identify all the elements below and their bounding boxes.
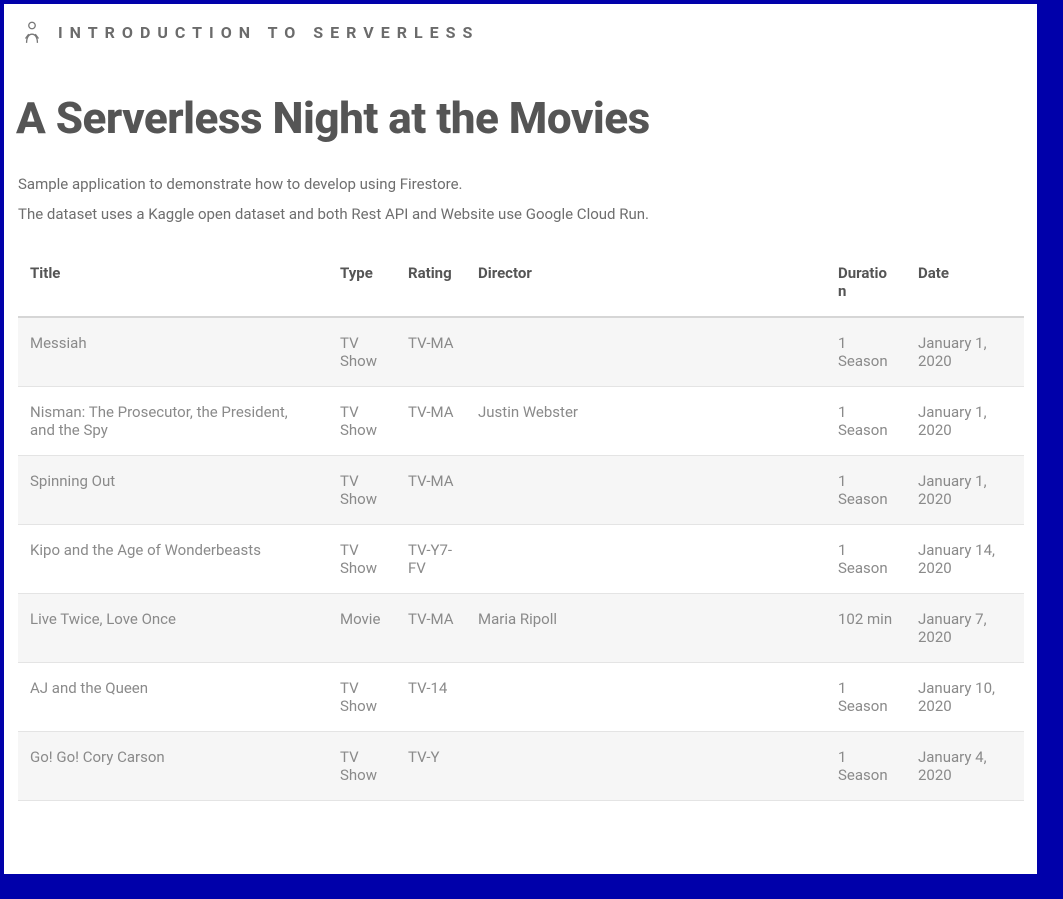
col-header-director: Director (466, 248, 826, 317)
table-row: MessiahTV ShowTV-MA 1 SeasonJanuary 1, 20… (18, 317, 1024, 387)
cell-rating: TV-Y (396, 732, 466, 801)
cell-title: Go! Go! Cory Carson (18, 732, 328, 801)
cell-title: Nisman: The Prosecutor, the President, a… (18, 387, 328, 456)
cell-type: TV Show (328, 732, 396, 801)
cell-type: TV Show (328, 387, 396, 456)
cell-director (466, 663, 826, 732)
cell-date: January 1, 2020 (906, 317, 1024, 387)
page-container: INTRODUCTION TO SERVERLESS A Serverless … (4, 4, 1037, 874)
site-title: INTRODUCTION TO SERVERLESS (58, 23, 479, 42)
cell-date: January 1, 2020 (906, 387, 1024, 456)
table-row: AJ and the QueenTV ShowTV-14 1 SeasonJanu… (18, 663, 1024, 732)
cell-title: AJ and the Queen (18, 663, 328, 732)
table-row: Kipo and the Age of WonderbeastsTV ShowT… (18, 525, 1024, 594)
cell-title: Messiah (18, 317, 328, 387)
description-line-2: The dataset uses a Kaggle open dataset a… (18, 202, 1023, 226)
col-header-duration: Duration (826, 248, 906, 317)
col-header-title: Title (18, 248, 328, 317)
cell-director (466, 525, 826, 594)
col-header-type: Type (328, 248, 396, 317)
table-row: Spinning OutTV ShowTV-MA 1 SeasonJanuary … (18, 456, 1024, 525)
cell-rating: TV-MA (396, 387, 466, 456)
cell-director: Justin Webster (466, 387, 826, 456)
description-line-1: Sample application to demonstrate how to… (18, 172, 1023, 196)
page-title: A Serverless Night at the Movies (16, 92, 1023, 144)
table-row: Nisman: The Prosecutor, the President, a… (18, 387, 1024, 456)
cell-date: January 1, 2020 (906, 456, 1024, 525)
cell-date: January 7, 2020 (906, 594, 1024, 663)
cell-title: Kipo and the Age of Wonderbeasts (18, 525, 328, 594)
table-header-row: Title Type Rating Director Duration Date (18, 248, 1024, 317)
cell-rating: TV-MA (396, 456, 466, 525)
header-bar: INTRODUCTION TO SERVERLESS (4, 4, 1037, 56)
cell-duration: 1 Season (826, 525, 906, 594)
cell-duration: 1 Season (826, 317, 906, 387)
cell-type: TV Show (328, 456, 396, 525)
cell-rating: TV-Y7-FV (396, 525, 466, 594)
cell-date: January 10, 2020 (906, 663, 1024, 732)
cell-title: Spinning Out (18, 456, 328, 525)
table-body: MessiahTV ShowTV-MA1 SeasonJanuary 1, 20… (18, 317, 1024, 801)
cell-duration: 1 Season (826, 456, 906, 525)
content-area: A Serverless Night at the Movies Sample … (4, 92, 1037, 841)
cell-duration: 102 min (826, 594, 906, 663)
cell-rating: TV-MA (396, 594, 466, 663)
cell-rating: TV-14 (396, 663, 466, 732)
col-header-rating: Rating (396, 248, 466, 317)
cell-duration: 1 Season (826, 387, 906, 456)
cell-director (466, 456, 826, 525)
table-row: Go! Go! Cory CarsonTV ShowTV-Y 1 SeasonJa… (18, 732, 1024, 801)
cell-type: TV Show (328, 317, 396, 387)
cell-duration: 1 Season (826, 732, 906, 801)
cell-duration: 1 Season (826, 663, 906, 732)
cell-date: January 14, 2020 (906, 525, 1024, 594)
cell-type: Movie (328, 594, 396, 663)
cell-rating: TV-MA (396, 317, 466, 387)
table-row: Live Twice, Love OnceMovieTV-MAMaria Rip… (18, 594, 1024, 663)
cell-director (466, 317, 826, 387)
col-header-date: Date (906, 248, 1024, 317)
cell-type: TV Show (328, 663, 396, 732)
site-logo-icon (18, 18, 46, 46)
cell-date: January 4, 2020 (906, 732, 1024, 801)
cell-title: Live Twice, Love Once (18, 594, 328, 663)
cell-type: TV Show (328, 525, 396, 594)
cell-director: Maria Ripoll (466, 594, 826, 663)
cell-director (466, 732, 826, 801)
movies-table: Title Type Rating Director Duration Date… (18, 248, 1024, 801)
